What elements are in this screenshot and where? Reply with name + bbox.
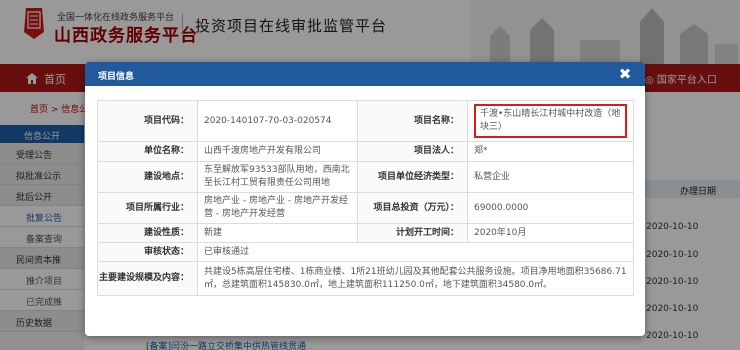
- value-scale-content: 共建设5栋高层住宅楼、1栋商业楼、1所21班幼儿园及其他配套公共服务设施。项目净…: [197, 261, 634, 296]
- label-location: 建设地点：: [97, 161, 198, 193]
- value-review-status: 已审核通过: [197, 242, 634, 262]
- label-economic-type: 项目单位经济类型：: [357, 161, 468, 193]
- value-industry: 房地产业 - 房地产业 - 房地产开发经营 - 房地产开发经营: [197, 192, 358, 224]
- label-project-code: 项目代码：: [97, 100, 198, 142]
- table-row: 主要建设规模及内容： 共建设5栋高层住宅楼、1栋商业楼、1所21班幼儿园及其他配…: [97, 261, 634, 296]
- value-project-code: 2020-140107-70-03-020574: [197, 100, 358, 142]
- value-start-time: 2020年10月: [467, 223, 634, 243]
- project-info-dialog: 项目信息 ✖ 项目代码： 2020-140107-70-03-020574 项目…: [85, 62, 645, 336]
- value-total-investment: 69000.0000: [467, 192, 634, 224]
- label-total-investment: 项目总投资（万元）：: [357, 192, 468, 224]
- label-start-time: 计划开工时间：: [357, 223, 468, 243]
- label-review-status: 审核状态：: [97, 242, 198, 262]
- table-row: 项目代码： 2020-140107-70-03-020574 项目名称： 千渡•…: [97, 100, 634, 142]
- table-row: 单位名称： 山西千渡房地产开发有限公司 项目法人： 郑*: [97, 141, 634, 162]
- value-legal-person: 郑*: [467, 141, 634, 162]
- project-info-table: 项目代码： 2020-140107-70-03-020574 项目名称： 千渡•…: [97, 100, 634, 296]
- value-unit-name: 山西千渡房地产开发有限公司: [197, 141, 358, 162]
- label-project-name: 项目名称：: [357, 100, 468, 142]
- value-location: 东至解放军93533部队用地，西南北至长江村工贸有限责任公司用地: [197, 161, 358, 193]
- dialog-title: 项目信息: [98, 72, 135, 82]
- value-construction-nature: 新建: [197, 223, 358, 243]
- label-construction-nature: 建设性质：: [97, 223, 198, 243]
- close-icon[interactable]: ✖: [616, 65, 634, 83]
- value-project-name: 千渡•东山晴长江村城中村改造（地块三）: [474, 104, 627, 138]
- label-industry: 项目所属行业：: [97, 192, 198, 224]
- label-scale-content: 主要建设规模及内容：: [97, 261, 198, 296]
- value-economic-type: 私营企业: [467, 161, 634, 193]
- table-row: 项目所属行业： 房地产业 - 房地产业 - 房地产开发经营 - 房地产开发经营 …: [97, 192, 634, 224]
- table-row: 建设性质： 新建 计划开工时间： 2020年10月: [97, 223, 634, 243]
- dialog-title-bar: 项目信息 ✖: [85, 62, 645, 86]
- value-project-name-cell: 千渡•东山晴长江村城中村改造（地块三）: [467, 100, 634, 142]
- table-row: 审核状态： 已审核通过: [97, 242, 634, 262]
- label-unit-name: 单位名称：: [97, 141, 198, 162]
- label-legal-person: 项目法人：: [357, 141, 468, 162]
- table-row: 建设地点： 东至解放军93533部队用地，西南北至长江村工贸有限责任公司用地 项…: [97, 161, 634, 193]
